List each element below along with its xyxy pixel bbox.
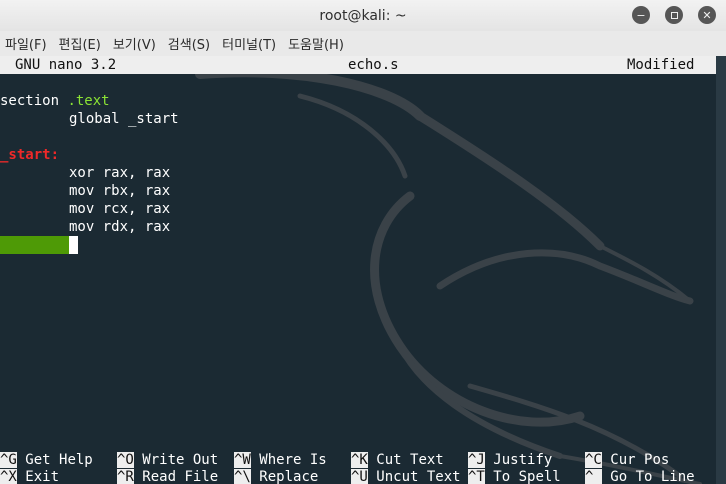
code-line-1: section .text [0,92,110,110]
window-title: root@kali: ~ [319,7,407,24]
shortcut-replace[interactable]: ^\ Replace [234,469,318,484]
terminal-area[interactable]: GNU nano 3.2 echo.s Modified section .te… [0,56,716,484]
menu-terminal[interactable]: 터미널(T) [217,34,283,53]
code-section-name: .text [67,93,110,109]
close-icon: ✕ [702,8,712,22]
close-button[interactable]: ✕ [698,6,716,24]
maximize-button[interactable] [665,6,683,24]
menu-edit[interactable]: 편집(E) [54,34,108,53]
maximize-icon [670,11,678,19]
nano-filename: echo.s [348,57,399,73]
shortcut-cur-pos[interactable]: ^C Cur Pos [585,452,669,469]
menu-help[interactable]: 도움말(H) [283,34,351,53]
terminal-scrollbar[interactable] [716,56,726,484]
menu-search[interactable]: 검색(S) [163,34,217,53]
nano-status: Modified [627,57,695,73]
window-controls: − ✕ [632,6,716,24]
code-line-2: global _start [69,111,179,127]
code-line-8: mov rdx, rax [69,219,171,235]
menu-bar: 파일(F) 편집(E) 보기(V) 검색(S) 터미널(T) 도움말(H) [0,31,726,57]
title-bar: root@kali: ~ − ✕ [0,0,726,31]
shortcut-go-to-line[interactable]: ^_ Go To Line [585,469,695,484]
shortcut-uncut-text[interactable]: ^U Uncut Text [351,469,461,484]
shortcut-justify[interactable]: ^J Justify [468,452,552,469]
minimize-button[interactable]: − [632,6,650,24]
code-line-7: mov rcx, rax [69,201,171,217]
trailing-whitespace-highlight [0,236,69,254]
code-line-6: mov rbx, rax [69,183,171,199]
shortcut-read-file[interactable]: ^R Read File [117,469,218,484]
code-line-5: xor rax, rax [69,165,171,181]
code-label: _start: [0,147,60,163]
menu-file[interactable]: 파일(F) [0,34,54,53]
shortcut-write-out[interactable]: ^O Write Out [117,452,218,469]
text-cursor [69,236,78,254]
shortcut-to-spell[interactable]: ^T To Spell [468,469,561,484]
shortcut-get-help[interactable]: ^G Get Help [0,452,93,469]
nano-version: GNU nano 3.2 [15,57,117,73]
shortcut-cut-text[interactable]: ^K Cut Text [351,452,444,469]
shortcut-where-is[interactable]: ^W Where Is [234,452,327,469]
nano-header: GNU nano 3.2 echo.s Modified [0,56,716,74]
shortcut-exit[interactable]: ^X Exit [0,469,59,484]
code-directive: section [0,93,60,109]
menu-view[interactable]: 보기(V) [108,34,163,53]
minimize-icon: − [636,8,646,22]
